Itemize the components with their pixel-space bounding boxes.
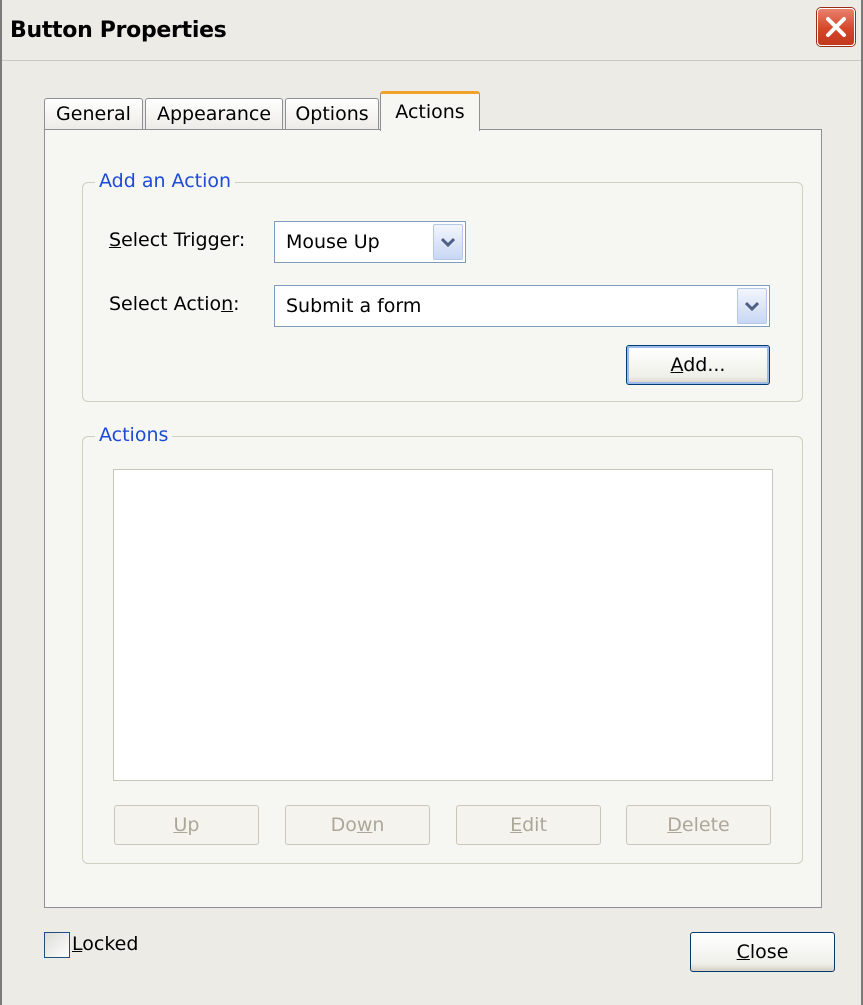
close-button[interactable]: Close [690, 932, 835, 972]
edit-button[interactable]: Edit [456, 805, 601, 845]
actions-list[interactable] [113, 469, 773, 781]
tab-options[interactable]: Options [285, 98, 379, 130]
tab-options-label: Options [295, 103, 369, 125]
action-dropdown-value: Submit a form [286, 295, 422, 317]
title-bar[interactable]: Button Properties [2, 0, 861, 61]
add-button-label: Add... [670, 354, 726, 376]
locked-label[interactable]: Locked [72, 933, 138, 955]
tab-general-label: General [56, 103, 131, 125]
trigger-dropdown[interactable]: Mouse Up [274, 221, 466, 263]
down-button-label: Down [330, 814, 385, 836]
chevron-down-icon[interactable] [433, 224, 463, 260]
delete-button-label: Delete [667, 814, 730, 836]
add-action-group-title: Add an Action [95, 170, 236, 192]
close-button-label: Close [736, 941, 789, 963]
add-button[interactable]: Add... [626, 345, 770, 385]
up-button[interactable]: Up [114, 805, 259, 845]
select-action-label: Select Action: [109, 293, 240, 315]
tab-general[interactable]: General [44, 98, 143, 130]
button-properties-dialog: Button Properties General Appearance Opt… [0, 0, 863, 1005]
close-icon[interactable] [817, 8, 855, 46]
actions-group-title: Actions [95, 424, 173, 446]
delete-button[interactable]: Delete [626, 805, 771, 845]
tab-appearance-label: Appearance [156, 103, 272, 125]
up-button-label: Up [173, 814, 200, 836]
add-action-group: Add an Action Select Trigger: Mouse Up S… [82, 170, 803, 402]
window-title: Button Properties [10, 18, 227, 43]
chevron-down-icon[interactable] [737, 288, 767, 324]
locked-checkbox[interactable] [44, 932, 70, 958]
trigger-dropdown-value: Mouse Up [286, 231, 380, 253]
select-trigger-label: Select Trigger: [109, 229, 246, 251]
action-dropdown[interactable]: Submit a form [274, 285, 770, 327]
tab-panel-actions: Add an Action Select Trigger: Mouse Up S… [44, 129, 822, 908]
down-button[interactable]: Down [285, 805, 430, 845]
tab-actions-label: Actions [395, 101, 465, 123]
actions-group: Actions Up Down Edit Delete [82, 424, 803, 864]
tab-appearance[interactable]: Appearance [145, 98, 283, 130]
tab-actions[interactable]: Actions [380, 91, 480, 131]
edit-button-label: Edit [510, 814, 547, 836]
